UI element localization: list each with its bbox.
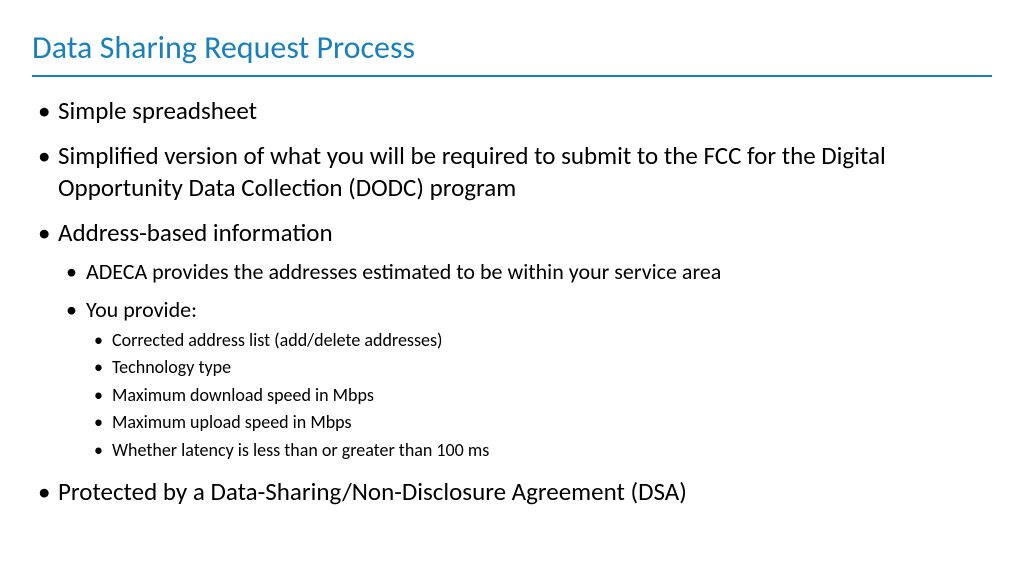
bullet-item: Simplified version of what you will be r… [32, 140, 992, 203]
bullet-item: Whether latency is less than or greater … [86, 439, 992, 462]
bullet-item: Maximum download speed in Mbps [86, 384, 992, 407]
bullet-list-level3: Corrected address list (add/delete addre… [86, 329, 992, 462]
bullet-item: Technology type [86, 356, 992, 379]
bullet-text: You provide: [86, 296, 197, 323]
bullet-item: Simple spreadsheet [32, 95, 992, 126]
bullet-item: Address-based information ADECA provides… [32, 217, 992, 462]
bullet-item: ADECA provides the addresses estimated t… [58, 258, 992, 286]
bullet-item: Corrected address list (add/delete addre… [86, 329, 992, 352]
bullet-item: Maximum upload speed in Mbps [86, 411, 992, 434]
bullet-item: Protected by a Data-Sharing/Non-Disclosu… [32, 476, 992, 507]
bullet-text: Address-based information [58, 217, 333, 248]
bullet-list-level2: ADECA provides the addresses estimated t… [58, 258, 992, 462]
bullet-item: You provide: Corrected address list (add… [58, 296, 992, 462]
slide-title: Data Sharing Request Process [32, 28, 992, 77]
bullet-list-level1: Simple spreadsheet Simplified version of… [32, 95, 992, 507]
